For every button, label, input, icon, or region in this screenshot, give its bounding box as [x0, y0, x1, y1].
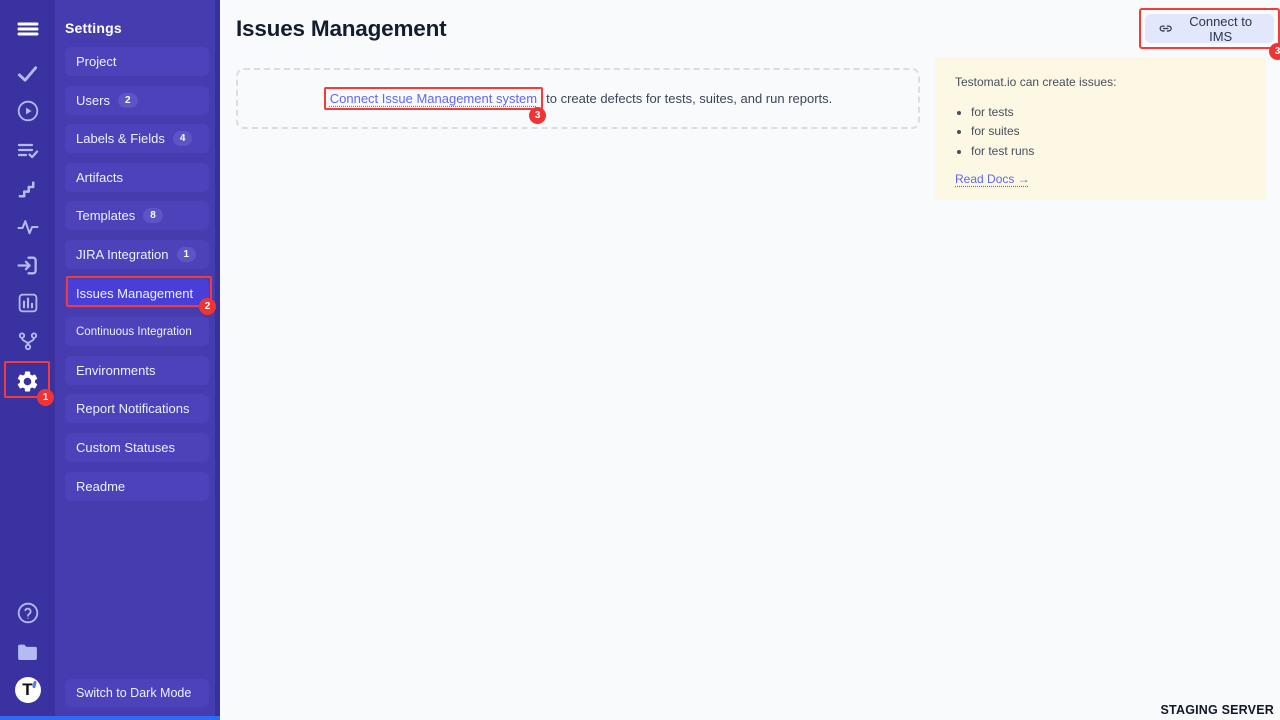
sidebar-item-label: Report Notifications	[76, 401, 189, 416]
info-panel: Testomat.io can create issues: for tests…	[935, 57, 1266, 200]
sidebar-item-count-badge: 1	[177, 247, 197, 262]
sidebar-item-label: Readme	[76, 479, 125, 494]
sidebar-item-label: Issues Management	[76, 286, 193, 301]
sidebar-item-label: Continuous Integration	[76, 326, 192, 338]
sidebar-item-issues-management[interactable]: Issues Management	[65, 279, 209, 308]
info-bullet: for suites	[971, 122, 1246, 141]
sidebar-item-label: Project	[76, 54, 116, 69]
info-panel-title: Testomat.io can create issues:	[955, 75, 1246, 89]
git-branch-icon[interactable]	[0, 328, 55, 354]
empty-state-text: to create defects for tests, suites, and…	[546, 91, 832, 106]
page-title: Issues Management	[236, 16, 446, 42]
folder-icon[interactable]	[0, 639, 55, 665]
settings-nav-list: Project Users 2 Labels & Fields 4 Artifacts Te…	[65, 47, 209, 510]
sidebar-item-count-badge: 2	[118, 93, 138, 108]
steps-icon[interactable]	[0, 176, 55, 202]
settings-sidebar: Settings Project Users 2 Labels & Fields 4 Ar…	[55, 0, 220, 716]
check-icon[interactable]	[0, 60, 55, 86]
info-bullet-list: for testsfor suitesfor test runs	[955, 103, 1246, 161]
logo-letter: T	[22, 681, 32, 698]
connect-to-ims-button[interactable]: Connect to IMS	[1145, 14, 1274, 43]
sidebar-item-report-notifications[interactable]: Report Notifications	[65, 394, 209, 423]
sidebar-item-project[interactable]: Project	[65, 47, 209, 76]
sidebar-item-templates[interactable]: Templates 8	[65, 201, 209, 230]
logo-circle: T	[15, 677, 41, 703]
sidebar-item-label: Users	[76, 93, 110, 108]
logo-accent	[32, 681, 37, 689]
help-circle-icon[interactable]	[0, 600, 55, 626]
sidebar-item-count-badge: 8	[143, 208, 163, 223]
icon-rail: T	[0, 0, 55, 716]
annotation-badge-3: 3	[529, 107, 546, 124]
sign-in-icon[interactable]	[0, 252, 55, 278]
sidebar-item-label: Environments	[76, 363, 155, 378]
play-circle-icon[interactable]	[0, 98, 55, 124]
sidebar-item-label: Labels & Fields	[76, 131, 165, 146]
sidebar-item-jira-integration[interactable]: JIRA Integration 1	[65, 240, 209, 269]
dark-mode-label: Switch to Dark Mode	[76, 686, 191, 700]
main-content: Issues Management Connect to IMS 3 Conne…	[220, 0, 1280, 720]
sidebar-item-labels-fields[interactable]: Labels & Fields 4	[65, 124, 209, 153]
sidebar-item-count-badge: 4	[173, 131, 193, 146]
activity-icon[interactable]	[0, 214, 55, 240]
annotation-box-connect-button: Connect to IMS 3	[1139, 8, 1280, 49]
testomat-logo[interactable]: T	[0, 677, 55, 703]
sidebar-title: Settings	[65, 20, 122, 36]
sidebar-item-continuous-integration[interactable]: Continuous Integration	[65, 317, 209, 346]
sidebar-item-label: Templates	[76, 208, 135, 223]
sidebar-item-label: JIRA Integration	[76, 247, 169, 262]
connect-to-ims-label: Connect to IMS	[1180, 14, 1261, 44]
dark-mode-toggle-button[interactable]: Switch to Dark Mode	[65, 679, 209, 707]
info-bullet: for tests	[971, 103, 1246, 122]
connect-ims-link[interactable]: Connect Issue Management system	[330, 91, 537, 106]
list-check-icon[interactable]	[0, 137, 55, 163]
empty-state-box: Connect Issue Management system 3 to cre…	[236, 68, 920, 129]
info-bullet: for test runs	[971, 142, 1246, 161]
sidebar-item-label: Custom Statuses	[76, 440, 175, 455]
empty-state-sentence: Connect Issue Management system 3 to cre…	[324, 87, 833, 110]
sidebar-item-environments[interactable]: Environments	[65, 356, 209, 385]
bottom-accent-bar	[0, 716, 220, 720]
staging-server-label: STAGING SERVER	[1161, 703, 1274, 717]
menu-icon[interactable]	[0, 16, 55, 42]
annotation-box-connect-link: Connect Issue Management system 3	[324, 87, 543, 110]
sidebar-item-label: Artifacts	[76, 170, 123, 185]
sidebar-item-users[interactable]: Users 2	[65, 86, 209, 115]
sidebar-item-artifacts[interactable]: Artifacts	[65, 163, 209, 192]
bar-chart-icon[interactable]	[0, 290, 55, 316]
sidebar-scrollbar[interactable]	[215, 0, 220, 716]
sidebar-item-readme[interactable]: Readme	[65, 472, 209, 501]
sidebar-item-custom-statuses[interactable]: Custom Statuses	[65, 433, 209, 462]
gear-icon[interactable]	[0, 368, 55, 394]
annotation-badge-3: 3	[1269, 43, 1280, 60]
link-icon	[1158, 20, 1173, 37]
read-docs-link[interactable]: Read Docs →	[955, 172, 1030, 186]
